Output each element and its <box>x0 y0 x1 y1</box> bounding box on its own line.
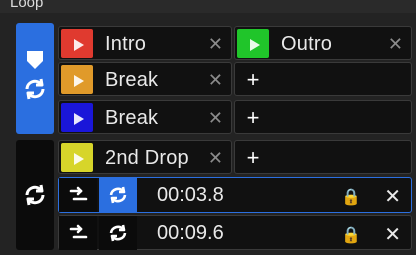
cue-slot-2[interactable]: Outro ✕ <box>234 26 412 60</box>
cue-slot-3[interactable]: Break ✕ <box>58 62 232 96</box>
panel-header: Loop <box>0 0 416 13</box>
loop-time: 00:03.8 <box>157 184 224 206</box>
loop-roll-icon <box>69 186 88 201</box>
loop-close-button[interactable]: ✕ <box>384 184 401 209</box>
play-icon <box>74 113 84 125</box>
cue-label: Outro <box>281 33 333 55</box>
cue-color-swatch[interactable] <box>237 29 269 58</box>
add-cue-button[interactable]: + <box>235 63 271 97</box>
empty-cue-slot-8[interactable]: + <box>234 140 412 174</box>
remove-cue-button[interactable]: ✕ <box>208 108 223 129</box>
loop-sync-button[interactable] <box>99 216 137 250</box>
loop-roll-button[interactable] <box>59 178 97 212</box>
panel-title: Loop <box>10 0 44 11</box>
add-cue-button[interactable]: + <box>235 141 271 175</box>
cue-label: Intro <box>105 33 147 55</box>
cue-slot-1[interactable]: Intro ✕ <box>58 26 232 60</box>
cue-color-swatch[interactable] <box>61 143 93 172</box>
loop-close-button[interactable]: ✕ <box>384 222 401 247</box>
loop-mode-icon <box>25 184 45 206</box>
cue-color-swatch[interactable] <box>61 103 93 132</box>
cue-color-swatch[interactable] <box>61 29 93 58</box>
cue-mode-icons <box>25 51 45 100</box>
play-icon <box>250 39 260 51</box>
sync-icon <box>109 224 127 242</box>
cue-label: Break <box>105 107 159 129</box>
loop-sync-button[interactable] <box>99 178 137 212</box>
remove-cue-button[interactable]: ✕ <box>208 70 223 91</box>
cue-label: Break <box>105 69 159 91</box>
loop-row-1[interactable]: 00:03.8 🔒 ✕ <box>58 177 412 213</box>
loop-row-2[interactable]: 00:09.6 🔒 ✕ <box>58 215 412 250</box>
loop-time: 00:09.6 <box>157 222 224 244</box>
remove-cue-button[interactable]: ✕ <box>208 34 223 55</box>
cue-color-swatch[interactable] <box>61 65 93 94</box>
loop-roll-icon <box>69 224 88 239</box>
cue-slot-5[interactable]: Break ✕ <box>58 100 232 134</box>
empty-cue-slot-6[interactable]: + <box>234 100 412 134</box>
play-icon <box>74 153 84 165</box>
play-icon <box>74 75 84 87</box>
sync-icon <box>25 184 45 206</box>
cue-flag-icon <box>27 51 43 69</box>
add-cue-button[interactable]: + <box>235 101 271 135</box>
remove-cue-button[interactable]: ✕ <box>388 34 403 55</box>
sync-icon <box>109 186 127 204</box>
lock-icon[interactable]: 🔒 <box>341 225 361 245</box>
loop-roll-button[interactable] <box>59 216 97 250</box>
remove-cue-button[interactable]: ✕ <box>208 148 223 169</box>
sync-icon <box>25 78 45 100</box>
loop-mode-toggle[interactable] <box>16 140 54 250</box>
lock-icon[interactable]: 🔒 <box>341 187 361 207</box>
cue-slot-7[interactable]: 2nd Drop ✕ <box>58 140 232 174</box>
cue-mode-toggle[interactable] <box>16 23 54 134</box>
cue-label: 2nd Drop <box>105 147 189 169</box>
empty-cue-slot-4[interactable]: + <box>234 62 412 96</box>
play-icon <box>74 39 84 51</box>
